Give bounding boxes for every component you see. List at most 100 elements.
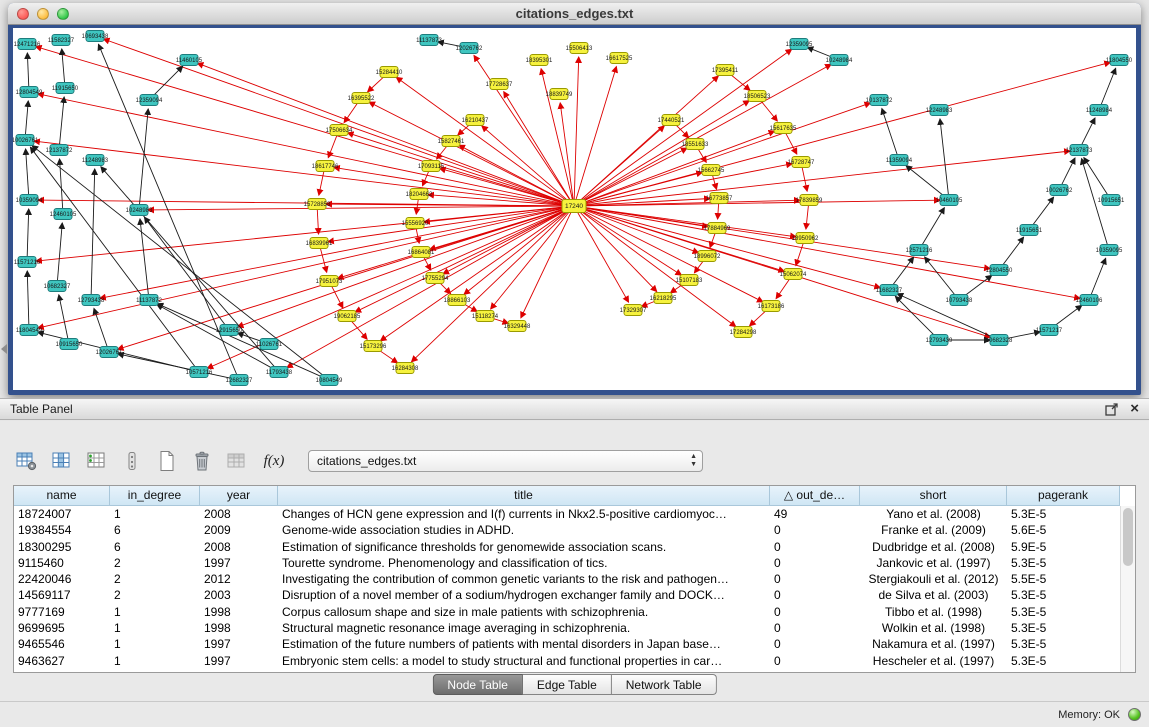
graph-edge[interactable] (27, 209, 29, 257)
graph-edge[interactable] (579, 207, 990, 269)
graph-edge[interactable] (578, 208, 763, 302)
graph-edge[interactable] (319, 171, 324, 195)
graph-edge[interactable] (139, 109, 148, 205)
graph-edge[interactable] (806, 205, 809, 229)
graph-edge[interactable] (148, 206, 569, 210)
graph-edge[interactable] (578, 64, 831, 203)
graph-edge[interactable] (698, 148, 707, 162)
table-selector-combo[interactable]: citations_edges.txt ▲▼ (308, 450, 703, 472)
table-settings-icon[interactable] (14, 449, 40, 473)
graph-edge[interactable] (416, 228, 419, 243)
graph-edge[interactable] (760, 100, 777, 121)
delete-icon[interactable] (189, 449, 215, 473)
table-columns-icon[interactable] (49, 449, 75, 473)
graph-edge[interactable] (27, 53, 28, 87)
graph-edge[interactable] (940, 119, 948, 195)
graph-edge[interactable] (416, 199, 418, 214)
table-row[interactable]: 946554611997Estimation of the future num… (14, 636, 1135, 652)
memory-status-indicator[interactable] (1128, 708, 1141, 721)
graph-edge[interactable] (317, 209, 318, 234)
column-header-pagerank[interactable]: pagerank (1007, 486, 1120, 506)
graph-edge[interactable] (710, 233, 715, 248)
graph-edge[interactable] (712, 175, 716, 190)
tab-edge-table[interactable]: Edge Table (523, 674, 612, 695)
graph-edge[interactable] (892, 257, 914, 286)
graph-edge[interactable] (1053, 305, 1082, 327)
graph-edge[interactable] (103, 39, 569, 204)
minimize-window-button[interactable] (37, 8, 49, 20)
table-row[interactable]: 946362711997Embryonic stem cells: a mode… (14, 653, 1135, 669)
graph-edge[interactable] (59, 97, 64, 145)
graph-edge[interactable] (963, 275, 992, 297)
graph-edge[interactable] (118, 354, 234, 379)
graph-edge[interactable] (344, 102, 358, 122)
table-row[interactable]: 1938455462009Genome-wide association stu… (14, 522, 1135, 538)
network-canvas[interactable]: 1247121611582327106934381280454911915650… (13, 28, 1136, 390)
graph-edge[interactable] (36, 47, 570, 205)
graph-edge[interactable] (62, 49, 65, 83)
graph-edge[interactable] (575, 67, 616, 202)
graph-edge[interactable] (579, 207, 880, 287)
new-document-icon[interactable] (154, 449, 180, 473)
graph-edge[interactable] (328, 135, 337, 158)
table-row[interactable]: 911546021997Tourette syndrome. Phenomeno… (14, 555, 1135, 571)
network-graph[interactable]: 1247121611582327106934381280454911915650… (13, 28, 1136, 390)
graph-edge[interactable] (579, 164, 792, 205)
collapse-panel-arrow-icon[interactable] (1, 344, 7, 354)
graph-edge[interactable] (101, 167, 276, 368)
graph-edge[interactable] (157, 304, 275, 369)
graph-edge[interactable] (574, 57, 579, 201)
graph-edge[interactable] (882, 109, 898, 156)
zoom-window-button[interactable] (57, 8, 69, 20)
graph-edge[interactable] (334, 167, 569, 205)
table-row[interactable]: 977716911998Corpus callosum shape and si… (14, 604, 1135, 620)
column-header-year[interactable]: year (200, 486, 278, 506)
graph-edge[interactable] (579, 131, 775, 204)
graph-edge[interactable] (802, 167, 807, 191)
graph-edge[interactable] (785, 132, 796, 154)
graph-edge[interactable] (1101, 68, 1116, 105)
window-titlebar[interactable]: citations_edges.txt (8, 3, 1141, 25)
graph-edge[interactable] (36, 207, 569, 262)
graph-edge[interactable] (153, 66, 183, 96)
column-header-out_de[interactable]: △ out_de… (770, 486, 860, 506)
graph-edge[interactable] (140, 219, 148, 295)
graph-edge[interactable] (27, 271, 29, 325)
graph-edge[interactable] (26, 149, 29, 195)
graph-edge[interactable] (396, 77, 570, 203)
graph-edge[interactable] (1084, 158, 1108, 196)
graph-edge[interactable] (57, 223, 62, 281)
table-row[interactable]: 2242004622012Investigating the contribut… (14, 571, 1135, 587)
column-narrow-icon[interactable] (119, 449, 145, 473)
scrollbar-thumb[interactable] (1123, 508, 1133, 566)
graph-edge[interactable] (38, 207, 569, 328)
graph-edge[interactable] (578, 49, 792, 203)
tab-node-table[interactable]: Node Table (432, 674, 523, 695)
column-header-name[interactable]: name (14, 486, 110, 506)
graph-edge[interactable] (98, 44, 237, 375)
function-builder-button[interactable]: f(x) (259, 449, 289, 473)
graph-edge[interactable] (157, 304, 324, 378)
graph-edge[interactable] (776, 278, 790, 298)
graph-edge[interactable] (1032, 197, 1054, 226)
table-scrollbar[interactable] (1120, 506, 1135, 672)
graph-edge[interactable] (287, 208, 570, 367)
graph-edge[interactable] (144, 217, 226, 326)
graph-edge[interactable] (59, 295, 68, 339)
table-row[interactable]: 1872400712008Changes of HCN gene express… (14, 506, 1135, 522)
graph-edge[interactable] (1061, 158, 1075, 185)
graph-edge[interactable] (94, 309, 107, 348)
tab-network-table[interactable]: Network Table (612, 674, 717, 695)
graph-edge[interactable] (38, 94, 569, 205)
graph-edge[interactable] (60, 159, 63, 209)
column-header-in_degree[interactable]: in_degree (110, 486, 200, 506)
table-row[interactable]: 1830029562008Estimation of significance … (14, 539, 1135, 555)
graph-edge[interactable] (579, 62, 1110, 204)
graph-edge[interactable] (350, 320, 367, 339)
graph-edge[interactable] (906, 166, 945, 197)
graph-edge[interactable] (796, 243, 804, 266)
graph-edge[interactable] (1002, 237, 1024, 266)
graph-edge[interactable] (118, 207, 570, 349)
column-header-short[interactable]: short (860, 486, 1007, 506)
graph-edge[interactable] (437, 145, 448, 159)
